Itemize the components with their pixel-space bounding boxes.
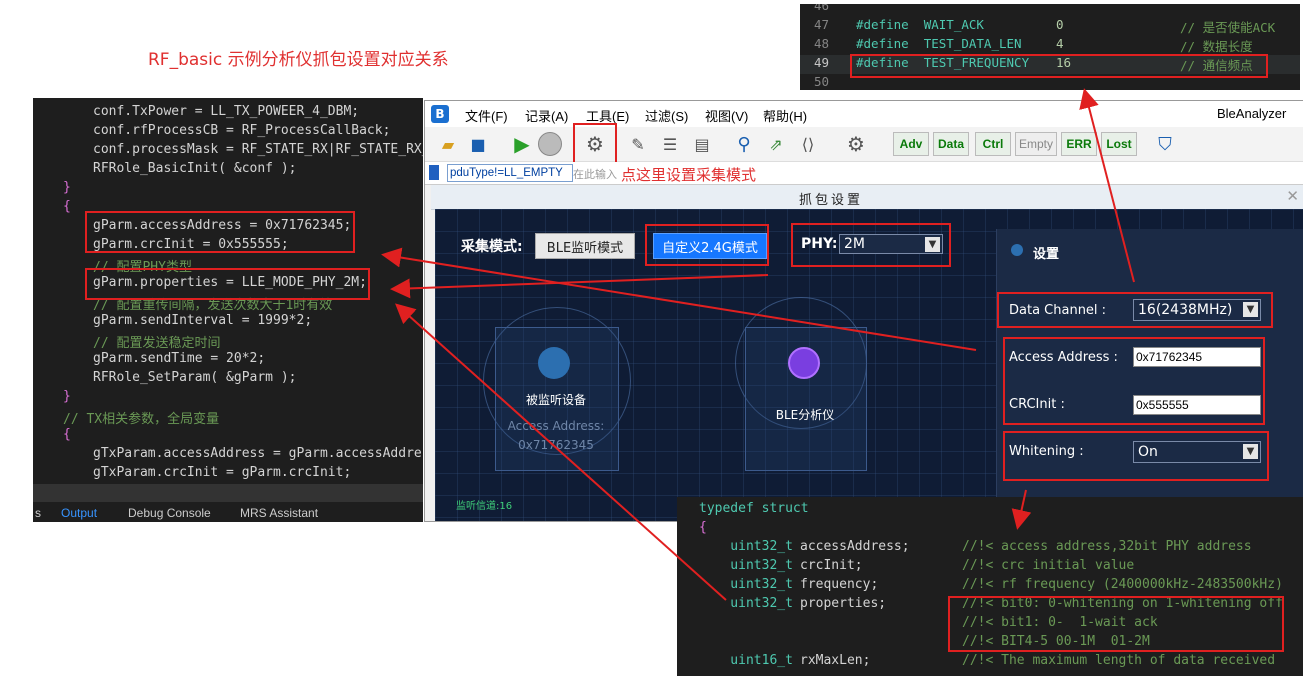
annotation-arrows (381, 88, 1135, 601)
arrow-channel-to-define (1079, 88, 1135, 283)
arrow-struct-to-code (395, 303, 727, 601)
arrow-address-to-code (381, 247, 977, 351)
arrow-whitening-to-struct (1011, 489, 1032, 530)
